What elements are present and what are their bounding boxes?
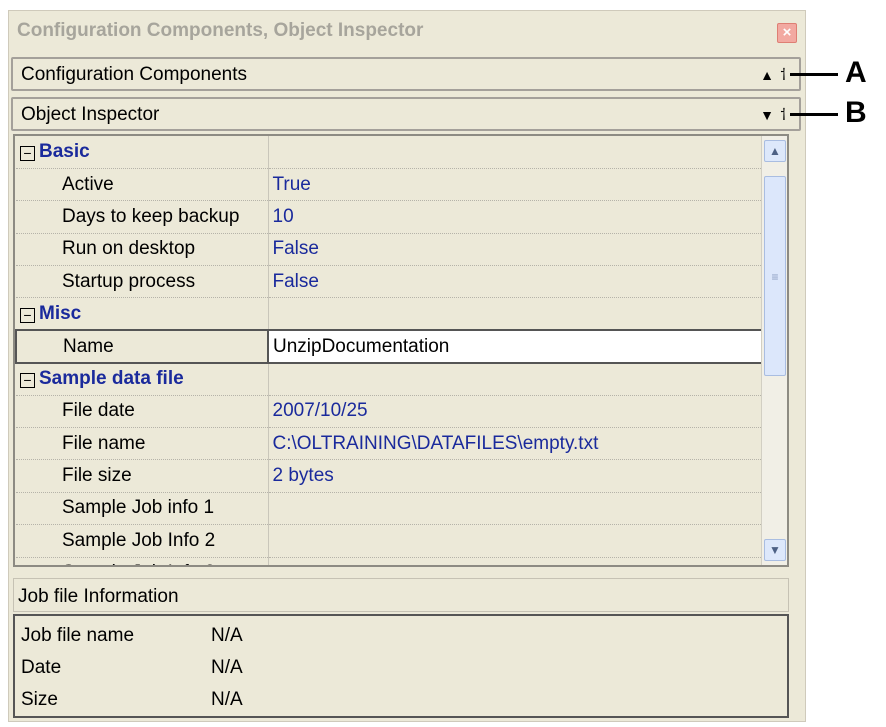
property-label: Active	[62, 173, 114, 195]
property-value-cell[interactable]	[268, 136, 761, 169]
property-name-cell[interactable]: Name	[15, 329, 269, 364]
callout-label-a: A	[845, 56, 867, 89]
collapse-toggle-icon[interactable]: −	[20, 307, 35, 323]
info-row: Date N/A	[21, 652, 787, 684]
property-value-cell[interactable]: False	[268, 265, 761, 299]
property-value-cell[interactable]	[268, 524, 761, 558]
collapse-toggle-icon[interactable]: −	[20, 373, 35, 389]
scroll-thumb[interactable]: ≡	[764, 176, 786, 376]
property-label: File date	[62, 400, 135, 422]
panel-label: Object Inspector	[21, 104, 160, 125]
scroll-up-button[interactable]: ▲	[764, 140, 786, 162]
property-row[interactable]: Run on desktop False	[16, 233, 761, 267]
property-name-cell[interactable]: − Misc	[16, 297, 269, 331]
property-value-cell[interactable]	[268, 297, 761, 331]
category-label: Misc	[39, 302, 82, 324]
info-row: Job file name N/A	[21, 620, 787, 652]
property-label: Name	[63, 335, 114, 357]
property-label: Sample Job info 1	[62, 497, 215, 519]
panel-object-inspector[interactable]: Object Inspector ▼ ⸶	[11, 97, 801, 131]
property-label: File size	[62, 465, 132, 487]
name-value-input[interactable]: UnzipDocumentation	[268, 329, 761, 364]
info-label: Date	[21, 657, 62, 678]
property-name-cell[interactable]: File size	[16, 459, 269, 493]
panel-configuration-components[interactable]: Configuration Components ▲ ⸶	[11, 57, 801, 91]
property-name-cell[interactable]: File date	[16, 395, 269, 429]
property-value-cell[interactable]: True	[268, 168, 761, 202]
category-row[interactable]: − Misc	[16, 297, 761, 331]
category-row[interactable]: − Sample data file	[16, 362, 761, 396]
property-value-cell[interactable]	[268, 492, 761, 526]
property-value-cell[interactable]: 2 bytes	[268, 459, 761, 493]
property-value-cell[interactable]: 10	[268, 200, 761, 234]
property-name-cell[interactable]: Active	[16, 168, 269, 202]
window-title: Configuration Components, Object Inspect…	[9, 11, 805, 51]
info-label: Job file name	[21, 625, 135, 646]
callout-label-b: B	[845, 96, 867, 129]
property-row[interactable]: Startup process False	[16, 265, 761, 299]
property-label: Sample Job Info 3	[62, 562, 215, 565]
property-label: Startup process	[62, 270, 196, 292]
expand-down-icon[interactable]: ▼	[760, 107, 774, 123]
info-value: N/A	[211, 625, 243, 646]
property-row[interactable]: Sample Job Info 3	[16, 557, 761, 565]
property-label: Sample Job Info 2	[62, 529, 216, 551]
scroll-down-button[interactable]: ▼	[764, 539, 786, 561]
property-name-cell[interactable]: − Basic	[16, 136, 269, 169]
collapse-toggle-icon[interactable]: −	[20, 145, 35, 161]
info-value: N/A	[211, 689, 243, 710]
panel-label: Configuration Components	[21, 64, 248, 85]
property-value-cell[interactable]: C:\OLTRAINING\DATAFILES\empty.txt	[268, 427, 761, 461]
vertical-scrollbar[interactable]: ▲ ≡ ▼	[761, 136, 787, 565]
job-file-info-title: Job file Information	[13, 578, 789, 612]
category-label: Basic	[39, 140, 90, 162]
property-label: Days to keep backup	[62, 205, 240, 227]
property-value-cell[interactable]: 2007/10/25	[268, 395, 761, 429]
job-file-info-panel: Job file name N/A Date N/A Size N/A	[13, 614, 789, 718]
close-button[interactable]: ×	[777, 23, 797, 43]
property-row[interactable]: Sample Job Info 2	[16, 524, 761, 558]
info-value: N/A	[211, 657, 243, 678]
property-row[interactable]: Active True	[16, 168, 761, 202]
pin-icon[interactable]: ⸶	[780, 107, 787, 124]
info-label: Size	[21, 689, 58, 710]
property-value-cell[interactable]	[268, 557, 761, 565]
property-name-cell[interactable]: Run on desktop	[16, 233, 269, 267]
pin-icon[interactable]: ⸶	[780, 67, 787, 84]
property-name-cell[interactable]: Sample Job Info 2	[16, 524, 269, 558]
property-row[interactable]: File name C:\OLTRAINING\DATAFILES\empty.t…	[16, 427, 761, 461]
info-row: Size N/A	[21, 684, 787, 716]
property-name-cell[interactable]: − Sample data file	[16, 362, 269, 396]
property-name-cell[interactable]: Sample Job info 1	[16, 492, 269, 526]
property-row[interactable]: File size 2 bytes	[16, 459, 761, 493]
callout-line-b	[790, 113, 838, 116]
property-label: Run on desktop	[62, 238, 196, 260]
property-row[interactable]: Name UnzipDocumentation	[15, 329, 761, 364]
property-row[interactable]: Sample Job info 1	[16, 492, 761, 526]
property-name-cell[interactable]: Sample Job Info 3	[16, 557, 269, 565]
property-row[interactable]: File date 2007/10/25	[16, 395, 761, 429]
property-table: − Basic Active True Days to keep backup 10 Run…	[15, 136, 761, 565]
property-label: File name	[62, 432, 146, 454]
category-row[interactable]: − Basic	[16, 136, 761, 169]
property-name-cell[interactable]: Days to keep backup	[16, 200, 269, 234]
collapse-up-icon[interactable]: ▲	[760, 67, 774, 83]
property-grid: − Basic Active True Days to keep backup 10 Run…	[13, 134, 789, 567]
property-name-cell[interactable]: File name	[16, 427, 269, 461]
property-row[interactable]: Days to keep backup 10	[16, 200, 761, 234]
property-value-cell[interactable]: False	[268, 233, 761, 267]
category-label: Sample data file	[39, 368, 184, 390]
property-value-cell[interactable]	[268, 362, 761, 396]
callout-line-a	[790, 73, 838, 76]
property-name-cell[interactable]: Startup process	[16, 265, 269, 299]
